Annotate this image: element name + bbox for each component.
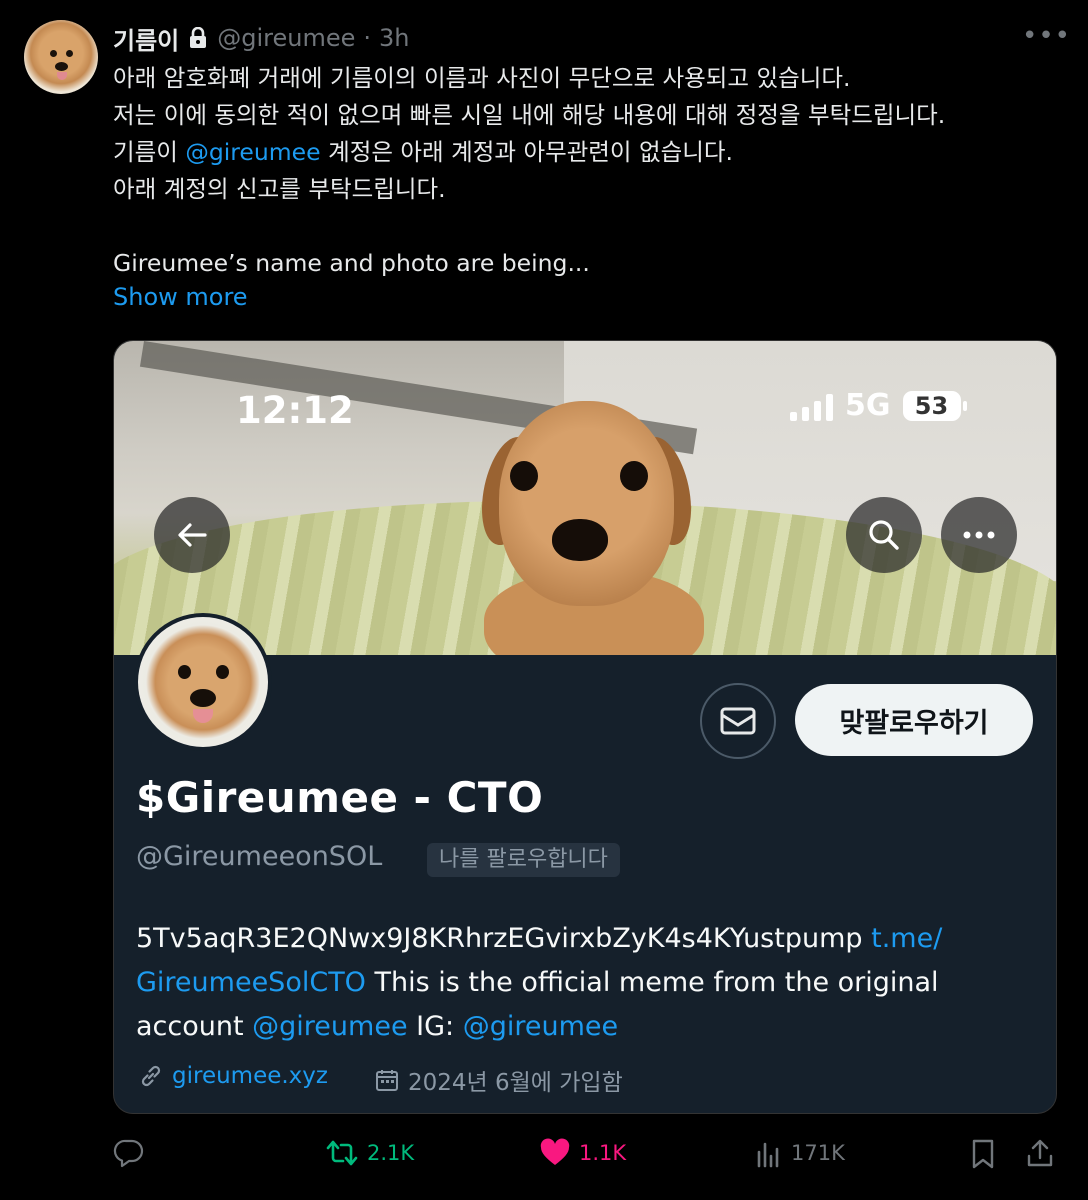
network-label: 5G bbox=[845, 388, 891, 423]
puppy-eye bbox=[620, 461, 648, 491]
tweet-body-line: 저는 이에 동의한 적이 없으며 빠른 시일 내에 해당 내용에 대해 정정을 … bbox=[113, 101, 946, 129]
profile-display-name: $Gireumee - CTO bbox=[136, 773, 544, 822]
body-text-segment: 기름이 bbox=[113, 138, 186, 166]
bio-mention[interactable]: @gireumee bbox=[252, 1011, 407, 1042]
lock-icon bbox=[187, 26, 209, 49]
bookmark-icon bbox=[972, 1139, 994, 1169]
bio-line: GireumeeSolCTO This is the official meme… bbox=[136, 961, 1036, 1005]
mention-link[interactable]: @gireumee bbox=[185, 138, 320, 166]
tweet-header: 기름이 @gireumee · 3h bbox=[113, 21, 410, 56]
more-icon[interactable] bbox=[941, 497, 1017, 573]
phone-status-icons: 5G 53 bbox=[790, 388, 967, 423]
tweet-body: 아래 암호화폐 거래에 기름이의 이름과 사진이 무단으로 사용되고 있습니다.… bbox=[113, 60, 1063, 282]
views-button[interactable]: 171K bbox=[755, 1138, 845, 1168]
views-icon bbox=[757, 1142, 779, 1168]
back-arrow-icon[interactable] bbox=[154, 497, 230, 573]
joined-date: 2024년 6월에 가입함 bbox=[408, 1070, 623, 1096]
avatar-eye bbox=[216, 665, 229, 679]
profile-website[interactable]: gireumee.xyz bbox=[138, 1063, 328, 1089]
avatar-eye bbox=[178, 665, 191, 679]
puppy-eye bbox=[510, 461, 538, 491]
avatar-eye bbox=[50, 50, 57, 57]
calendar-icon bbox=[376, 1070, 398, 1091]
puppy-head bbox=[499, 401, 674, 606]
tweet-body-line: Gireumee’s name and photo are being... bbox=[113, 249, 590, 277]
author-name[interactable]: 기름이 bbox=[113, 21, 179, 56]
reply-icon bbox=[113, 1139, 144, 1168]
avatar-tongue bbox=[193, 709, 213, 723]
link-icon bbox=[141, 1065, 161, 1087]
profile-avatar[interactable] bbox=[134, 613, 272, 751]
tweet-action-bar: 2.1K 1.1K 171K bbox=[113, 1138, 1063, 1178]
bookmark-button[interactable] bbox=[969, 1138, 997, 1170]
profile-handle: @GireumeeonSOL bbox=[136, 841, 383, 872]
author-handle[interactable]: @gireumee bbox=[217, 24, 355, 52]
like-button[interactable]: 1.1K bbox=[539, 1138, 626, 1168]
repost-count: 2.1K bbox=[367, 1141, 415, 1165]
battery-icon: 53 bbox=[902, 391, 967, 421]
website-link[interactable]: gireumee.xyz bbox=[172, 1063, 328, 1089]
puppy-nose bbox=[552, 519, 608, 561]
mail-icon bbox=[720, 707, 756, 735]
avatar-nose bbox=[190, 689, 216, 707]
bio-text: account bbox=[136, 1011, 253, 1042]
profile-bio: 5Tv5aqR3E2QNwx9J8KRhrzEGvirxbZyK4s4KYust… bbox=[136, 917, 1036, 1049]
profile-avatar-image bbox=[138, 617, 268, 747]
bio-link[interactable]: GireumeeSolCTO bbox=[136, 967, 366, 998]
bio-line: 5Tv5aqR3E2QNwx9J8KRhrzEGvirxbZyK4s4KYust… bbox=[136, 917, 1036, 961]
tweet-body-line: 기름이 @gireumee 계정은 아래 계정과 아무관련이 없습니다. bbox=[113, 134, 1063, 171]
follow-back-button[interactable]: 맞팔로우하기 bbox=[795, 684, 1033, 756]
message-button[interactable] bbox=[700, 683, 776, 759]
reply-button[interactable] bbox=[113, 1138, 145, 1168]
bio-link[interactable]: t.me/ bbox=[871, 923, 942, 954]
signal-icon bbox=[790, 393, 833, 421]
like-count: 1.1K bbox=[579, 1141, 627, 1165]
repost-icon bbox=[326, 1140, 358, 1166]
bio-mention[interactable]: @gireumee bbox=[463, 1011, 618, 1042]
body-text-segment: 계정은 아래 계정과 아무관련이 없습니다. bbox=[320, 138, 733, 166]
author-avatar[interactable] bbox=[24, 20, 98, 94]
tweet-body-line: 아래 계정의 신고를 부탁드립니다. bbox=[113, 175, 446, 203]
avatar-eye bbox=[66, 50, 73, 57]
tweet-time[interactable]: 3h bbox=[379, 24, 409, 52]
bio-line: account @gireumee IG: @gireumee bbox=[136, 1005, 1036, 1049]
profile-joined: 2024년 6월에 가입함 bbox=[374, 1063, 623, 1097]
avatar-nose bbox=[55, 62, 68, 71]
more-options-icon[interactable]: ••• bbox=[1022, 23, 1070, 49]
profile-banner: 12:12 5G 53 bbox=[114, 341, 1056, 655]
bio-text: IG: bbox=[407, 1011, 463, 1042]
bio-text: This is the official meme from the origi… bbox=[365, 967, 939, 998]
show-more-link[interactable]: Show more bbox=[113, 283, 248, 311]
heart-icon bbox=[540, 1138, 570, 1165]
follows-you-badge: 나를 팔로우합니다 bbox=[427, 843, 620, 877]
share-button[interactable] bbox=[1025, 1138, 1055, 1170]
separator-dot: · bbox=[363, 24, 372, 52]
share-icon bbox=[1027, 1139, 1053, 1167]
views-count: 171K bbox=[791, 1141, 845, 1165]
media-image[interactable]: 12:12 5G 53 맞팔로우하기 $Gireumee - CTO @Gire… bbox=[113, 340, 1057, 1114]
search-icon[interactable] bbox=[846, 497, 922, 573]
avatar-tongue bbox=[57, 72, 67, 80]
bio-text: 5Tv5aqR3E2QNwx9J8KRhrzEGvirxbZyK4s4KYust… bbox=[136, 923, 872, 954]
tweet-body-line: 아래 암호화폐 거래에 기름이의 이름과 사진이 무단으로 사용되고 있습니다. bbox=[113, 64, 851, 92]
repost-button[interactable]: 2.1K bbox=[325, 1138, 414, 1168]
phone-status-time: 12:12 bbox=[236, 389, 354, 432]
